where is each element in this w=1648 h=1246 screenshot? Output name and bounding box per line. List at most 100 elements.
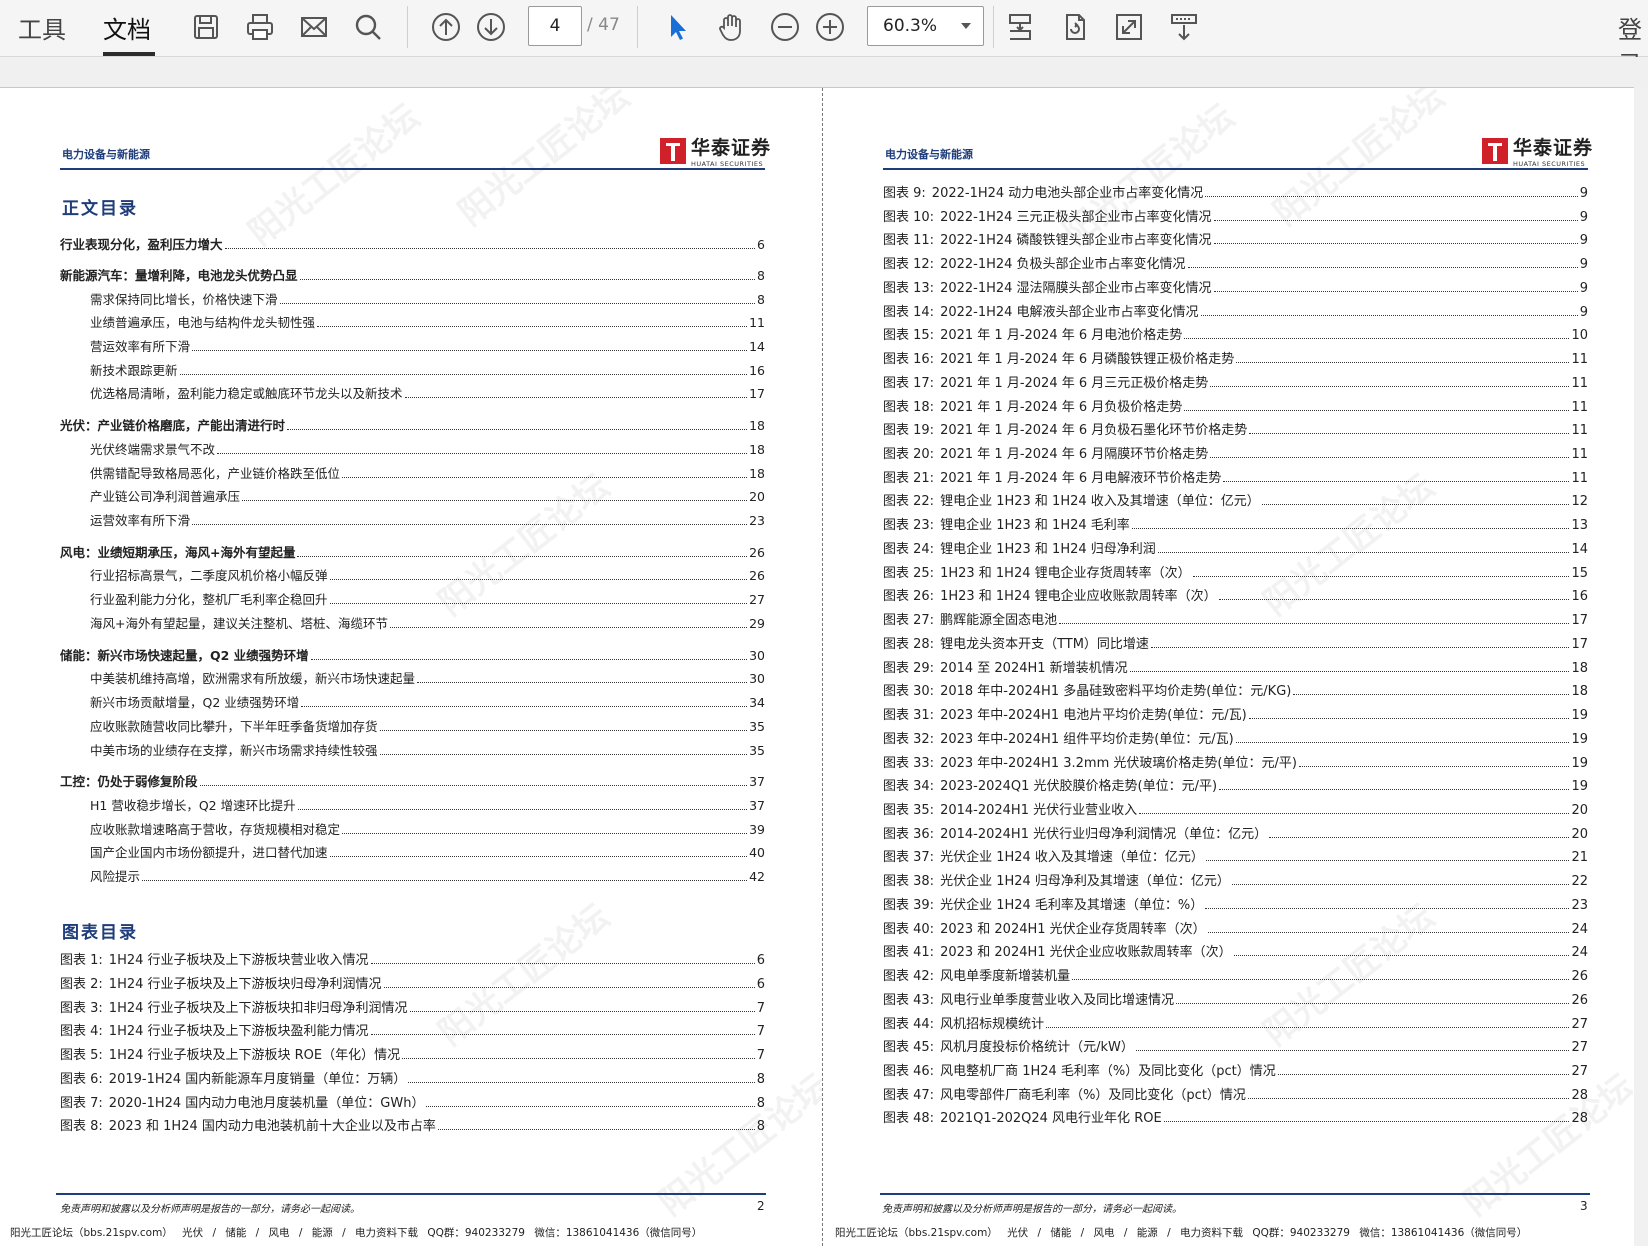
figure-entry[interactable]: 图表 24: 锂电企业 1H23 和 1H24 归母净利润 14 [883,542,1588,558]
figure-title: 鹏辉能源全固态电池 [940,613,1058,628]
tab-document[interactable]: 文档 [103,10,151,45]
toc-subentry[interactable]: 营运效率有所下滑 14 [90,339,765,355]
select-cursor-icon[interactable] [658,8,696,46]
fullscreen-icon[interactable] [1110,8,1148,46]
figure-entry[interactable]: 图表 14: 2022-1H24 电解液头部企业市占率变化情况 9 [883,305,1588,321]
save-icon[interactable] [187,8,225,46]
figure-entry[interactable]: 图表 1: 1H24 行业子板块及上下游板块营业收入情况 6 [60,953,765,969]
figure-entry[interactable]: 图表 27: 鹏辉能源全固态电池 17 [883,613,1588,629]
toc-subentry[interactable]: 业绩普遍承压，电池与结构件龙头韧性强 11 [90,315,765,331]
next-page-icon[interactable] [472,8,510,46]
toc-subentry[interactable]: 产业链公司净利润普遍承压 20 [90,489,765,505]
page-layout-icon[interactable] [1165,8,1203,46]
toc-subentry[interactable]: H1 营收稳步增长，Q2 增速环比提升 37 [90,798,765,814]
toc-subentry[interactable]: 需求保持同比增长，价格快速下滑 8 [90,292,765,308]
vertical-scrollbar[interactable] [1634,87,1648,1246]
figure-entry[interactable]: 图表 19: 2021 年 1 月-2024 年 6 月负极石墨化环节价格走势 11 [883,423,1588,439]
toc-subentry[interactable]: 国产企业国内市场份额提升，进口替代加速 40 [90,845,765,861]
search-icon[interactable] [349,8,387,46]
figure-entry[interactable]: 图表 13: 2022-1H24 湿法隔膜头部企业市占率变化情况 9 [883,281,1588,297]
figure-page: 8 [756,1072,765,1087]
toc-entry[interactable]: 新能源汽车：量增利降，电池龙头优势凸显 8 [60,268,765,284]
toc-subentry[interactable]: 光伏终端需求景气不改 18 [90,442,765,458]
figure-entry[interactable]: 图表 39: 光伏企业 1H24 毛利率及其增速（单位：%） 23 [883,898,1588,914]
toc-subentry[interactable]: 新技术跟踪更新 16 [90,363,765,379]
mail-icon[interactable] [295,8,333,46]
figure-entry[interactable]: 图表 28: 锂电龙头资本开支（TTM）同比增速 17 [883,637,1588,653]
toc-subentry[interactable]: 运营效率有所下滑 23 [90,513,765,529]
figure-entry[interactable]: 图表 36: 2014-2024H1 光伏行业归母净利润情况（单位：亿元） 20 [883,827,1588,843]
figure-entry[interactable]: 图表 34: 2023-2024Q1 光伏胶膜价格走势(单位：元/平) 19 [883,779,1588,795]
figure-entry[interactable]: 图表 2: 1H24 行业子板块及上下游板块归母净利润情况 6 [60,977,765,993]
figure-entry[interactable]: 图表 5: 1H24 行业子板块及上下游板块 ROE（年化）情况 7 [60,1048,765,1064]
figure-entry[interactable]: 图表 17: 2021 年 1 月-2024 年 6 月三元正极价格走势 11 [883,376,1588,392]
toc-subentry[interactable]: 行业盈利能力分化，整机厂毛利率企稳回升 27 [90,592,765,608]
figure-entry[interactable]: 图表 20: 2021 年 1 月-2024 年 6 月隔膜环节价格走势 11 [883,447,1588,463]
figure-label: 图表 2: [60,977,103,992]
toc-subentry[interactable]: 供需错配导致格局恶化，产业链价格跌至低位 18 [90,466,765,482]
figure-entry[interactable]: 图表 26: 1H23 和 1H24 锂电企业应收账款周转率（次） 16 [883,589,1588,605]
toc-subentry[interactable]: 应收账款增速略高于营收，存货规模相对稳定 39 [90,822,765,838]
figure-entry[interactable]: 图表 9: 2022-1H24 动力电池头部企业市占率变化情况 9 [883,186,1588,202]
figure-entry[interactable]: 图表 29: 2014 至 2024H1 新增装机情况 18 [883,661,1588,677]
figure-entry[interactable]: 图表 15: 2021 年 1 月-2024 年 6 月电池价格走势 10 [883,328,1588,344]
figure-entry[interactable]: 图表 7: 2020-1H24 国内动力电池月度装机量（单位：GWh） 8 [60,1096,765,1112]
figure-entry[interactable]: 图表 12: 2022-1H24 负极头部企业市占率变化情况 9 [883,257,1588,273]
figure-label: 图表 31: [883,708,935,723]
toc-subentry[interactable]: 优选格局清晰，盈利能力稳定或触底环节龙头以及新技术 17 [90,386,765,402]
figure-entry[interactable]: 图表 6: 2019-1H24 国内新能源车月度销量（单位：万辆） 8 [60,1072,765,1088]
figure-entry[interactable]: 图表 32: 2023 年中-2024H1 组件平均价走势(单位：元/瓦) 19 [883,732,1588,748]
zoom-select[interactable]: 60.3% [867,6,984,46]
toc-entry[interactable]: 光伏：产业链价格磨底，产能出清进行时 18 [60,418,765,434]
figure-entry[interactable]: 图表 44: 风机招标规模统计 27 [883,1017,1588,1033]
figure-entry[interactable]: 图表 40: 2023 和 2024H1 光伏企业存货周转率（次） 24 [883,922,1588,938]
toc-subentry[interactable]: 海风+海外有望起量，建议关注整机、塔桩、海缆环节 29 [90,616,765,632]
toc-entry[interactable]: 储能：新兴市场快速起量，Q2 业绩强势环增 30 [60,648,765,664]
figure-entry[interactable]: 图表 4: 1H24 行业子板块及上下游板块盈利能力情况 7 [60,1024,765,1040]
figure-entry[interactable]: 图表 37: 光伏企业 1H24 收入及其增速（单位：亿元） 21 [883,850,1588,866]
figure-entry[interactable]: 图表 3: 1H24 行业子板块及上下游板块扣非归母净利润情况 7 [60,1001,765,1017]
toc-subentry[interactable]: 中美市场的业绩存在支撑，新兴市场需求持续性较强 35 [90,743,765,759]
figure-entry[interactable]: 图表 43: 风电行业单季度营业收入及同比增速情况 26 [883,993,1588,1009]
zoom-in-icon[interactable] [811,8,849,46]
figure-entry[interactable]: 图表 10: 2022-1H24 三元正极头部企业市占率变化情况 9 [883,210,1588,226]
figure-entry[interactable]: 图表 31: 2023 年中-2024H1 电池片平均价走势(单位：元/瓦) 19 [883,708,1588,724]
figure-entry[interactable]: 图表 48: 2021Q1-202Q24 风电行业年化 ROE 28 [883,1111,1588,1127]
figure-entry[interactable]: 图表 41: 2023 和 2024H1 光伏企业应收账款周转率（次） 24 [883,945,1588,961]
zoom-out-icon[interactable] [766,8,804,46]
prev-page-icon[interactable] [427,8,465,46]
figure-entry[interactable]: 图表 30: 2018 年中-2024H1 多晶硅致密料平均价走势(单位：元/KG… [883,684,1588,700]
toc-subentry[interactable]: 行业招标高景气，二季度风机价格小幅反弹 26 [90,568,765,584]
toc-entry[interactable]: 风电：业绩短期承压，海风+海外有望起量 26 [60,545,765,561]
figure-entry[interactable]: 图表 38: 光伏企业 1H24 归母净利及其增速（单位：亿元） 22 [883,874,1588,890]
toc-subentry[interactable]: 应收账款随营收同比攀升，下半年旺季备货增加存货 35 [90,719,765,735]
figure-entry[interactable]: 图表 47: 风电零部件厂商毛利率（%）及同比变化（pct）情况 28 [883,1088,1588,1104]
figure-entry[interactable]: 图表 46: 风电整机厂商 1H24 毛利率（%）及同比变化（pct）情况 27 [883,1064,1588,1080]
figure-entry[interactable]: 图表 35: 2014-2024H1 光伏行业营业收入 20 [883,803,1588,819]
figure-entry[interactable]: 图表 21: 2021 年 1 月-2024 年 6 月电解液环节价格走势 11 [883,471,1588,487]
toc-subentry[interactable]: 中美装机维持高增，欧洲需求有所放缓，新兴市场快速起量 30 [90,671,765,687]
figure-entry[interactable]: 图表 18: 2021 年 1 月-2024 年 6 月负极价格走势 11 [883,400,1588,416]
hand-tool-icon[interactable] [712,8,750,46]
dot-leader [1187,267,1578,268]
toc-subentry[interactable]: 风险提示 42 [90,869,765,885]
figure-entry[interactable]: 图表 42: 风电单季度新增装机量 26 [883,969,1588,985]
figure-entry[interactable]: 图表 16: 2021 年 1 月-2024 年 6 月磷酸铁锂正极价格走势 11 [883,352,1588,368]
toc-entry-page: 23 [749,513,765,528]
toc-entry[interactable]: 工控：仍处于弱修复阶段 37 [60,774,765,790]
toc-subentry[interactable]: 新兴市场贡献增量，Q2 业绩强势环增 34 [90,695,765,711]
print-icon[interactable] [241,8,279,46]
tab-tools[interactable]: 工具 [18,10,66,45]
page-number-input[interactable]: 4 [528,6,582,46]
figure-entry[interactable]: 图表 22: 锂电企业 1H23 和 1H24 收入及其增速（单位：亿元） 12 [883,494,1588,510]
figure-entry[interactable]: 图表 33: 2023 年中-2024H1 3.2mm 光伏玻璃价格走势(单位：元… [883,756,1588,772]
figure-entry[interactable]: 图表 25: 1H23 和 1H24 锂电企业存货周转率（次） 15 [883,566,1588,582]
figure-title: 2021 年 1 月-2024 年 6 月三元正极价格走势 [940,376,1209,391]
fit-page-icon[interactable] [1001,8,1039,46]
figure-entry[interactable]: 图表 23: 锂电企业 1H23 和 1H24 毛利率 13 [883,518,1588,534]
figure-entry[interactable]: 图表 8: 2023 和 1H24 国内动力电池装机前十大企业以及市占率 8 [60,1119,765,1135]
toc-entry[interactable]: 行业表现分化，盈利压力增大 6 [60,237,765,253]
figure-entry[interactable]: 图表 11: 2022-1H24 磷酸铁锂头部企业市占率变化情况 9 [883,233,1588,249]
figure-entry[interactable]: 图表 45: 风机月度投标价格统计（元/kW） 27 [883,1040,1588,1056]
rotate-icon[interactable] [1056,8,1094,46]
